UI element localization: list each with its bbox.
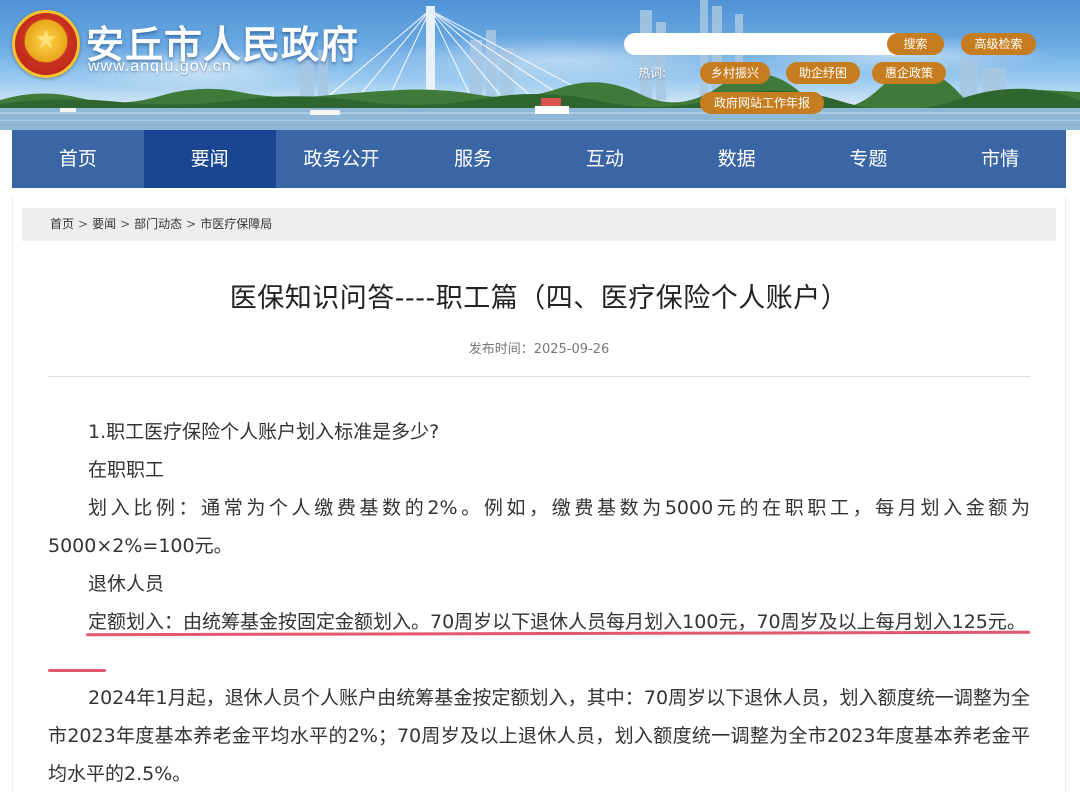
breadcrumb-separator: > bbox=[78, 217, 89, 231]
site-url: www.anqiu.gov.cn bbox=[88, 58, 232, 75]
publish-date: 2025-09-26 bbox=[533, 342, 610, 357]
article-paragraph: 在职职工 bbox=[88, 459, 165, 481]
nav-item-services[interactable]: 服务 bbox=[407, 130, 539, 188]
hot-tag-business-relief[interactable]: 助企纾困 bbox=[786, 62, 860, 84]
hot-tag-annual-report[interactable]: 政府网站工作年报 bbox=[700, 92, 824, 114]
publish-label: 发布时间： bbox=[468, 342, 534, 357]
article-title: 医保知识问答----职工篇（四、医疗保险个人账户） bbox=[229, 283, 849, 314]
breadcrumb-separator: > bbox=[186, 217, 197, 231]
breadcrumb-medical-security-bureau[interactable]: 市医疗保障局 bbox=[200, 208, 272, 241]
hot-words-label: 热词: bbox=[638, 66, 667, 80]
nav-item-home[interactable]: 首页 bbox=[12, 130, 144, 188]
nav-item-gov-affairs[interactable]: 政务公开 bbox=[276, 130, 408, 188]
nav-item-news[interactable]: 要闻 bbox=[143, 130, 276, 188]
nav-item-interaction[interactable]: 互动 bbox=[539, 130, 671, 188]
hot-tag-business-policy[interactable]: 惠企政策 bbox=[872, 62, 946, 84]
nav-item-city-info[interactable]: 市情 bbox=[934, 130, 1066, 188]
hot-tag-rural-revitalization[interactable]: 乡村振兴 bbox=[700, 62, 770, 84]
advanced-search-button[interactable]: 高级检索 bbox=[961, 33, 1036, 55]
breadcrumb-home[interactable]: 首页 bbox=[50, 208, 74, 241]
breadcrumb-separator: > bbox=[120, 217, 131, 231]
highlight-underline bbox=[48, 669, 106, 672]
main-nav: 首页 要闻 政务公开 服务 互动 数据 专题 市情 bbox=[12, 130, 1066, 188]
article-paragraph: 退休人员 bbox=[88, 573, 165, 595]
national-emblem-logo bbox=[12, 10, 80, 78]
header-banner: 安丘市人民政府 www.anqiu.gov.cn 搜索 高级检索 热词: 乡村振… bbox=[0, 0, 1080, 130]
breadcrumb-dept-news[interactable]: 部门动态 bbox=[134, 208, 182, 241]
title-divider bbox=[48, 376, 1030, 377]
article-paragraph: 划入比例：通常为个人缴费基数的2%。例如，缴费基数为5000元的在职职工，每月划… bbox=[48, 497, 1030, 557]
article-paragraph: 1.职工医疗保险个人账户划入标准是多少? bbox=[88, 421, 440, 443]
search-button[interactable]: 搜索 bbox=[887, 33, 944, 55]
nav-item-topics[interactable]: 专题 bbox=[803, 130, 935, 188]
breadcrumb-news[interactable]: 要闻 bbox=[92, 208, 116, 241]
publish-meta: 发布时间：2025-09-26 bbox=[48, 338, 1030, 357]
article-paragraph: 2024年1月起，退休人员个人账户由统筹基金按定额划入，其中：70周岁以下退休人… bbox=[48, 687, 1030, 785]
nav-item-data[interactable]: 数据 bbox=[671, 130, 803, 188]
breadcrumb: 首页 > 要闻 > 部门动态 > 市医疗保障局 bbox=[22, 208, 1056, 241]
